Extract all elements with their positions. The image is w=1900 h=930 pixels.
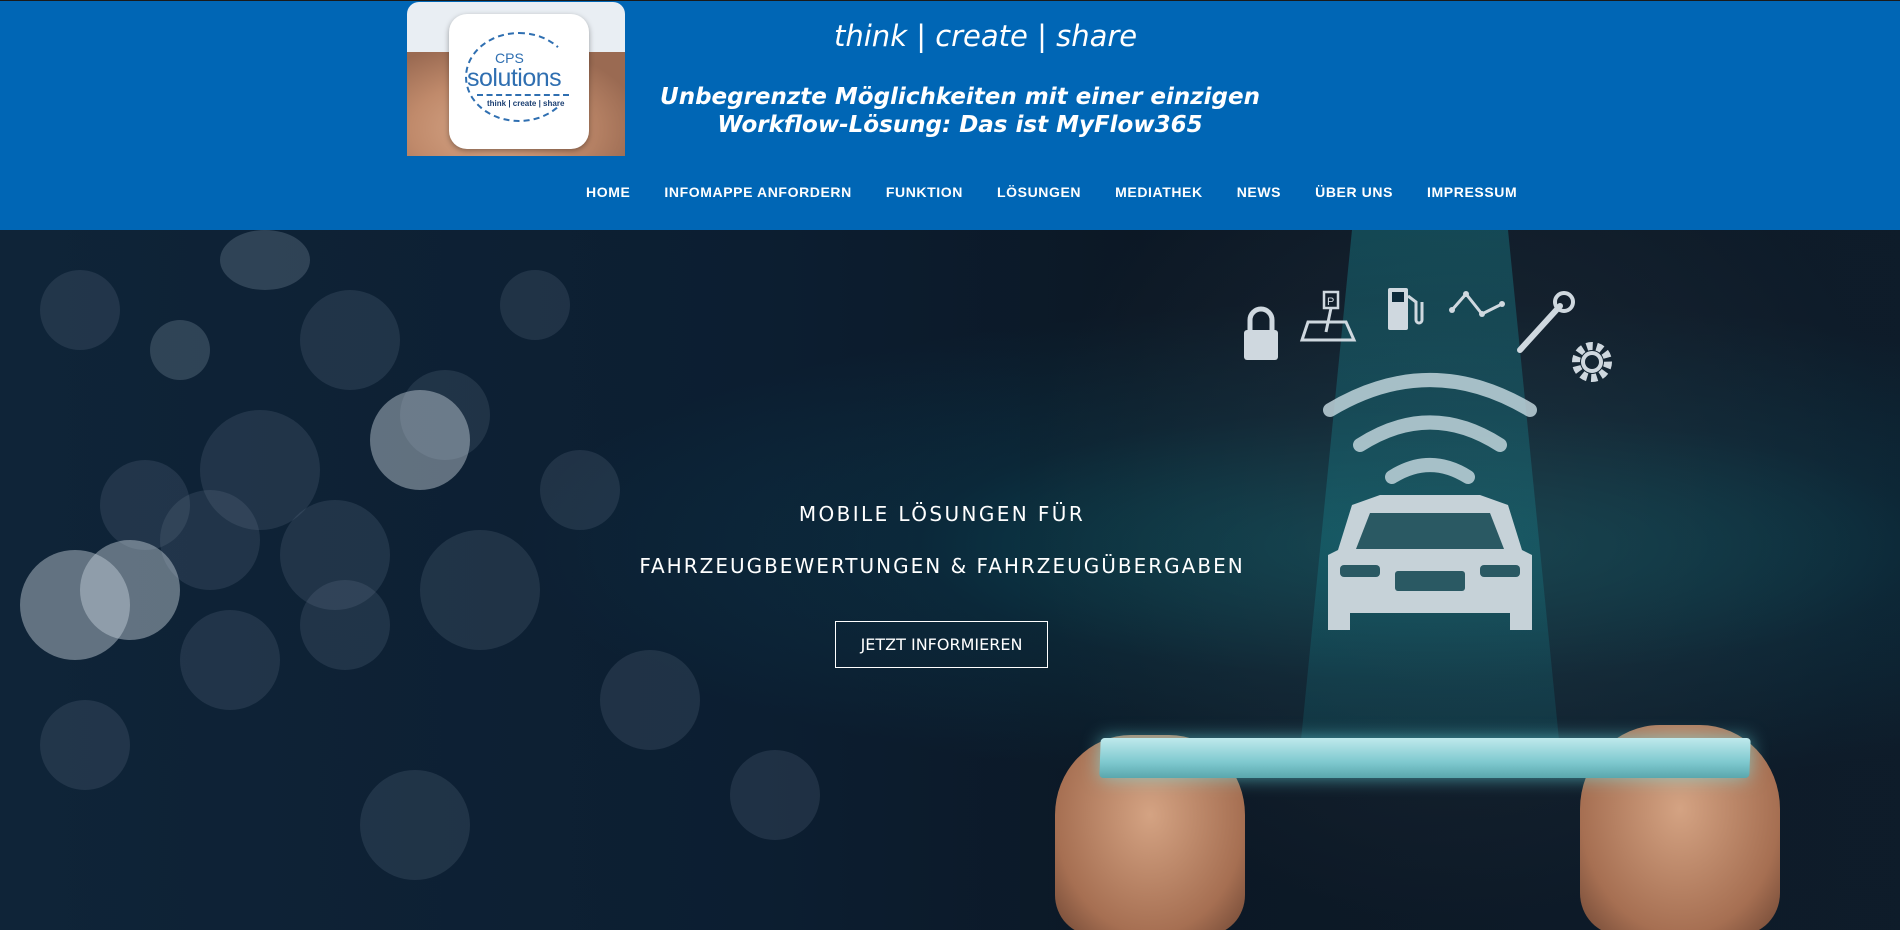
bokeh-light [300,580,390,670]
subtitle-line-1: Unbegrenzte Möglichkeiten mit einer einz… [660,84,1260,110]
bokeh-light [220,230,310,290]
nav-item-impressum[interactable]: IMPRESSUM [1427,184,1517,200]
logo-tagline: think | create | share [487,99,565,108]
bokeh-light [370,390,470,490]
graph-icon [1449,291,1505,317]
bokeh-light [150,320,210,380]
nav-item-loesungen[interactable]: LÖSUNGEN [997,184,1081,200]
bokeh-light [300,290,400,390]
nav-item-ueber-uns[interactable]: ÜBER UNS [1315,184,1393,200]
bokeh-light [360,770,470,880]
header-tagline: think | create | share [834,19,1138,53]
bokeh-light [420,530,540,650]
wifi-icon [1323,373,1537,484]
cps-solutions-logo[interactable]: CPS solutions think | create | share [407,2,625,156]
bokeh-light [600,650,700,750]
logo-solutions-text: solutions [467,64,562,92]
nav-item-mediathek[interactable]: MEDIATHEK [1115,184,1203,200]
bokeh-light [40,700,130,790]
wrench-icon [1517,291,1575,353]
hero-heading-line-1: MOBILE LÖSUNGEN FÜR [798,502,1086,526]
nav-item-home[interactable]: HOME [586,184,630,200]
bokeh-light [40,270,120,350]
bokeh-light [180,610,280,710]
fuel-icon [1388,288,1424,330]
hero-heading-line-2: FAHRZEUGBEWERTUNGEN & FAHRZEUGÜBERGABEN [639,554,1245,578]
nav-item-infomappe[interactable]: INFOMAPPE ANFORDERN [664,184,851,200]
bokeh-light [500,270,570,340]
bokeh-light [730,750,820,840]
site-header: CPS solutions think | create | share thi… [0,0,1900,230]
nav-item-funktion[interactable]: FUNKTION [886,184,963,200]
lock-icon [1244,306,1278,360]
subtitle-line-2: Workflow-Lösung: Das ist MyFlow365 [717,112,1203,138]
hero-section: P MOBILE LÖSUNGEN FÜR FAHRZEUGBEWERTUNGE… [0,230,1900,930]
svg-text:P: P [1327,296,1334,308]
gear-icon [1572,342,1612,382]
parking-icon: P [1299,290,1357,342]
jetzt-informieren-button[interactable]: JETZT INFORMIEREN [835,621,1048,668]
logo-arrow [477,94,569,96]
nav-item-news[interactable]: NEWS [1237,184,1281,200]
header-subtitle: Unbegrenzte Möglichkeiten mit einer einz… [660,83,1260,139]
tablet-device-image [1099,738,1751,778]
